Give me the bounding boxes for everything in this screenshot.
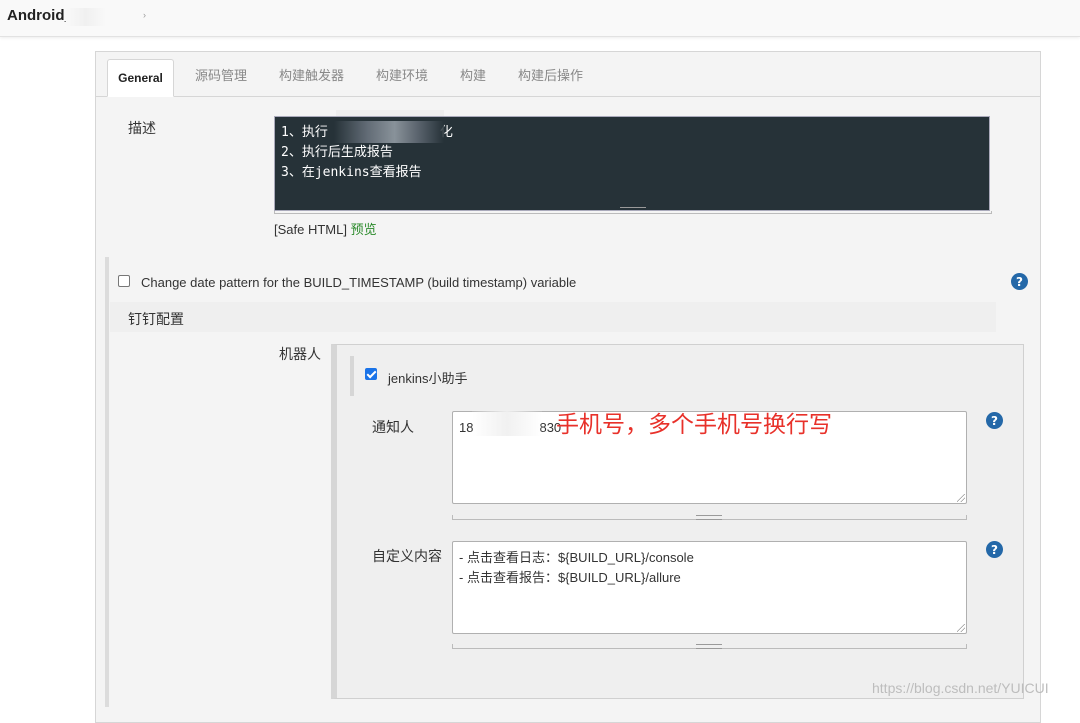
safe-html-label: [Safe HTML] <box>274 222 347 237</box>
timestamp-option-label: Change date pattern for the BUILD_TIMEST… <box>141 275 577 290</box>
redacted-area <box>336 110 444 116</box>
description-line-2: 2、执行后生成报告 <box>281 145 393 160</box>
help-icon[interactable]: ? <box>986 412 1003 429</box>
tab-build-environment[interactable]: 构建环境 <box>376 65 428 84</box>
dingtalk-section-title: 钉钉配置 <box>128 311 184 327</box>
preview-link[interactable]: 预览 <box>351 222 377 237</box>
breadcrumb-project[interactable]: Android_ <box>7 7 73 24</box>
tab-build-triggers[interactable]: 构建触发器 <box>279 65 344 84</box>
resize-corner-icon[interactable] <box>957 494 965 502</box>
custom-line-1: - 点击查看日志：${BUILD_URL}/console <box>459 550 694 565</box>
description-label: 描述 <box>128 120 156 136</box>
resize-handle[interactable] <box>696 515 722 520</box>
tab-bar: General 源码管理 构建触发器 构建环境 构建 构建后操作 <box>96 52 1040 97</box>
tab-post-build[interactable]: 构建后操作 <box>518 65 583 84</box>
redacted-area <box>472 410 542 436</box>
resize-handle[interactable] <box>696 644 722 649</box>
tab-build[interactable]: 构建 <box>460 65 486 84</box>
help-icon[interactable]: ? <box>986 541 1003 558</box>
robot-name-bar <box>350 356 354 396</box>
custom-line-2: - 点击查看报告：${BUILD_URL}/allure <box>459 570 681 585</box>
annotation-text: 手机号，多个手机号换行写 <box>556 412 832 438</box>
notify-label: 通知人 <box>372 419 414 435</box>
custom-content-label: 自定义内容 <box>372 548 442 564</box>
custom-content-textarea[interactable]: - 点击查看日志：${BUILD_URL}/console - 点击查看报告：$… <box>452 541 967 634</box>
top-bar: Android_ › <box>0 0 1080 37</box>
tab-general[interactable]: General <box>107 59 174 97</box>
editor-bottom-edge <box>274 211 992 214</box>
help-icon[interactable]: ? <box>1011 273 1028 290</box>
description-line-3: 3、在jenkins查看报告 <box>281 165 422 180</box>
watermark: https://blog.csdn.net/YUICUI <box>872 680 1049 696</box>
dingtalk-header-row <box>110 302 996 332</box>
redacted-area <box>334 121 444 143</box>
resize-corner-icon[interactable] <box>957 624 965 632</box>
redacted-area <box>66 8 106 26</box>
robot-name-label: jenkins小助手 <box>388 371 468 386</box>
breadcrumb-arrow-icon[interactable]: › <box>143 10 146 20</box>
robot-label: 机器人 <box>279 346 321 362</box>
safe-html-note: [Safe HTML] 预览 <box>274 219 377 238</box>
tab-scm[interactable]: 源码管理 <box>195 65 247 84</box>
timestamp-checkbox[interactable] <box>118 275 130 287</box>
robot-checkbox[interactable] <box>365 368 377 380</box>
